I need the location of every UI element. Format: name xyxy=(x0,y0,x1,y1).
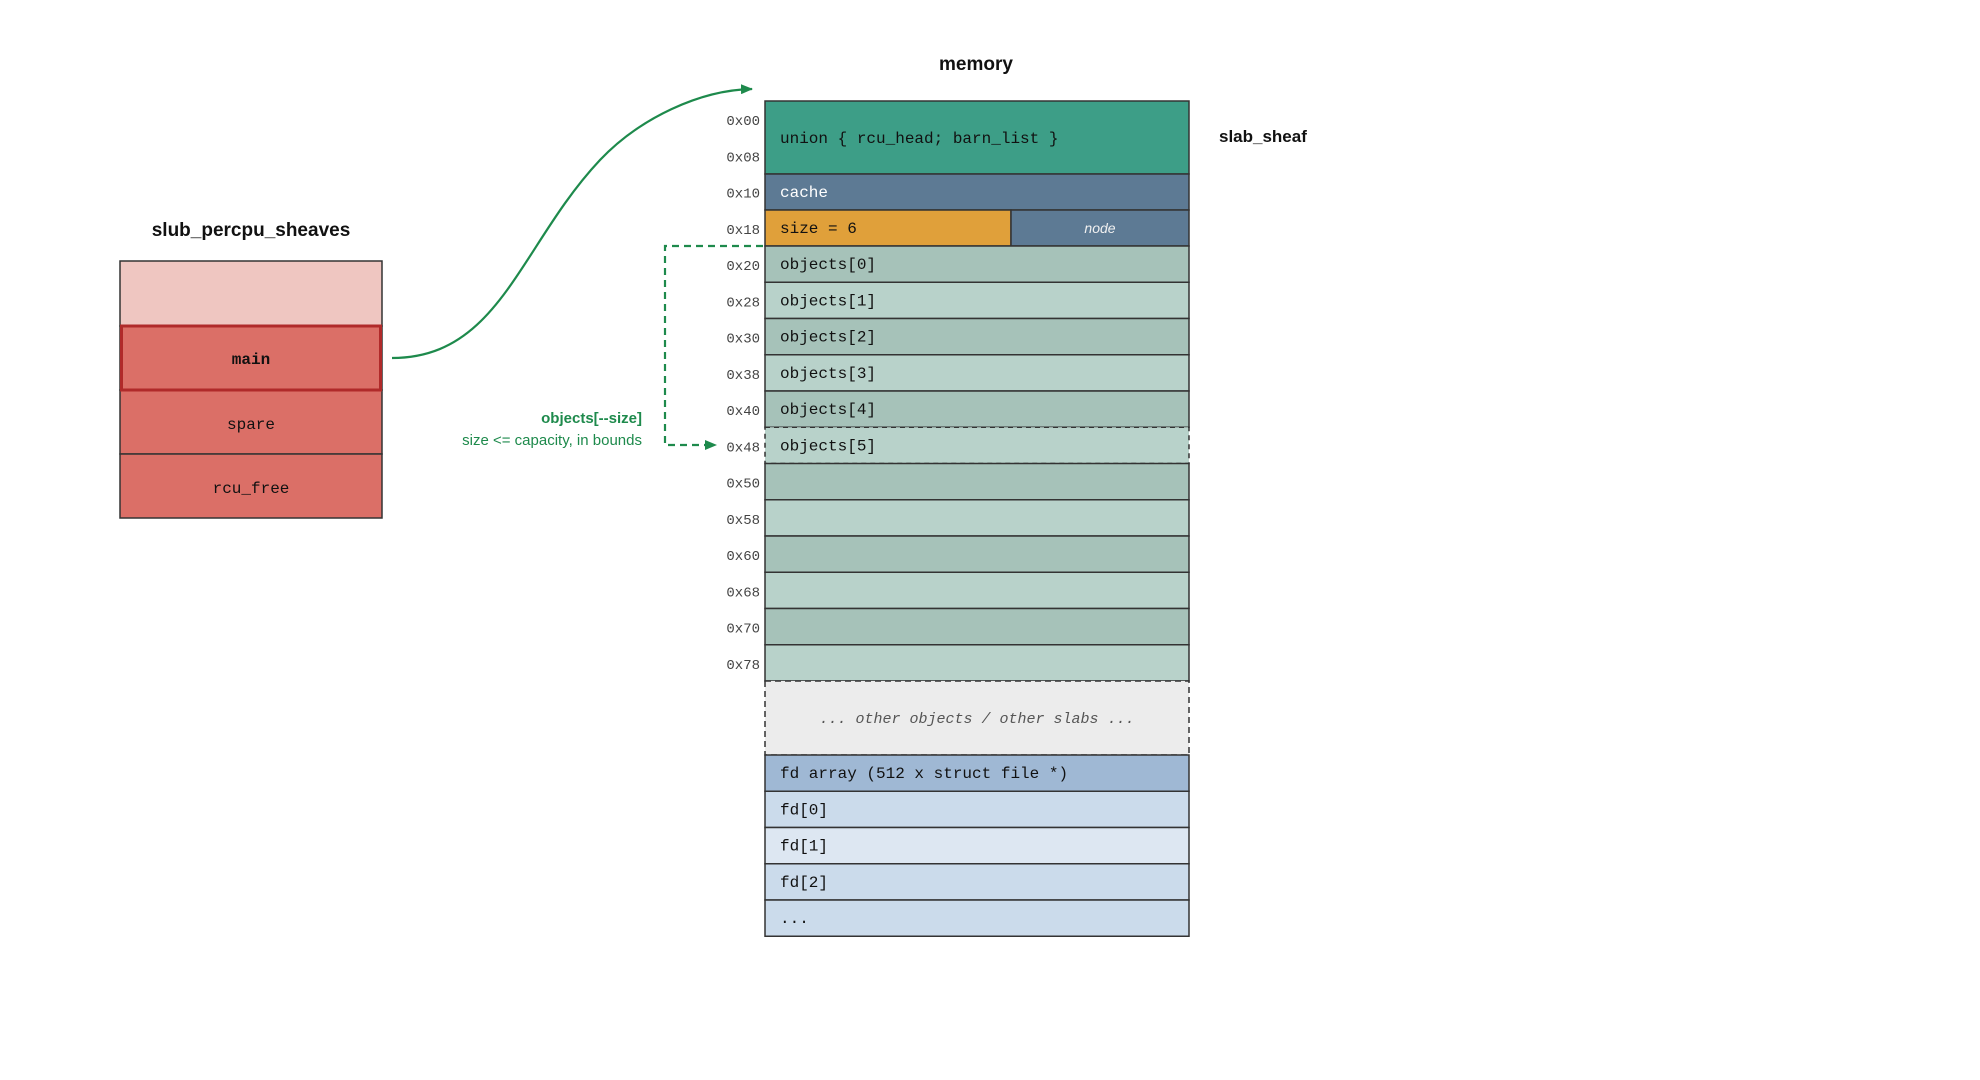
fd-slot xyxy=(764,790,1190,829)
address-label: 0x60 xyxy=(726,549,760,565)
address-label: 0x10 xyxy=(726,187,760,203)
pop-annotation-note: size <= capacity, in bounds xyxy=(462,432,642,449)
object-slot-label: objects[3] xyxy=(780,365,876,383)
sheaves-spare-label: spare xyxy=(227,416,275,434)
fd-slot-label: fd[1] xyxy=(780,838,828,856)
address-label: 0x18 xyxy=(726,223,760,239)
fd-slot xyxy=(764,899,1190,937)
union-label: union { rcu_head; barn_list } xyxy=(780,130,1058,148)
fd-slot-label: fd[0] xyxy=(780,801,828,819)
fd-array-header-label: fd array (512 x struct file *) xyxy=(780,765,1068,783)
object-slot-label: objects[4] xyxy=(780,401,876,419)
pop-annotation-title: objects[--size] xyxy=(541,410,642,427)
node-label: node xyxy=(1084,220,1115,236)
object-slot xyxy=(764,462,1190,501)
address-label: 0x70 xyxy=(726,622,760,638)
address-label: 0x58 xyxy=(726,513,760,529)
sheaves-title: slub_percpu_sheaves xyxy=(152,220,351,241)
objects-array: objects[0] objects[1] objects[2] objects[3]… xyxy=(764,245,1190,682)
address-label: 0x28 xyxy=(726,295,760,311)
fd-slot-label: ... xyxy=(780,910,809,928)
size-label: size = 6 xyxy=(780,220,857,238)
fd-slot-label: fd[2] xyxy=(780,874,828,892)
object-slot-label: objects[2] xyxy=(780,329,876,347)
address-label: 0x40 xyxy=(726,404,760,420)
object-slot xyxy=(764,499,1190,537)
address-label: 0x08 xyxy=(726,150,760,166)
address-label: 0x48 xyxy=(726,440,760,456)
sheaves-field-empty xyxy=(119,260,383,327)
address-label: 0x20 xyxy=(726,259,760,275)
object-slot-label: objects[1] xyxy=(780,292,876,310)
other-objects-label: ... other objects / other slabs ... xyxy=(819,711,1134,728)
object-slot xyxy=(764,644,1190,682)
sheaves-struct: main spare rcu_free xyxy=(119,260,383,519)
address-label: 0x78 xyxy=(726,658,760,674)
object-slot xyxy=(764,607,1190,646)
cache-label: cache xyxy=(780,184,828,202)
object-slot xyxy=(764,571,1190,610)
object-slot-label: objects[0] xyxy=(780,256,876,274)
slab-sheaf-struct: union { rcu_head; barn_list } cache size… xyxy=(764,100,1190,937)
address-label: 0x30 xyxy=(726,332,760,348)
slab-sheaf-label: slab_sheaf xyxy=(1219,127,1307,146)
fd-array: fd array (512 x struct file *) fd[0] fd[1]… xyxy=(764,754,1190,937)
object-slot xyxy=(764,535,1190,573)
address-label: 0x50 xyxy=(726,477,760,493)
address-column: 0x00 0x08 0x10 0x18 0x20 0x28 0x30 0x38 0x40 0x48… xyxy=(726,114,760,674)
fd-slot xyxy=(764,826,1190,865)
cache-field xyxy=(764,173,1190,211)
address-label: 0x68 xyxy=(726,585,760,601)
main-pointer-arrow xyxy=(391,84,753,360)
fd-slot xyxy=(764,863,1190,901)
memory-title: memory xyxy=(939,54,1013,75)
sheaves-rcu-free-label: rcu_free xyxy=(213,480,290,498)
diagram-canvas: slub_percpu_sheaves main spare rcu_free … xyxy=(119,54,1307,937)
sheaves-main-label: main xyxy=(232,351,270,369)
object-slot-label: objects[5] xyxy=(780,437,876,455)
address-label: 0x00 xyxy=(726,114,760,130)
address-label: 0x38 xyxy=(726,368,760,384)
